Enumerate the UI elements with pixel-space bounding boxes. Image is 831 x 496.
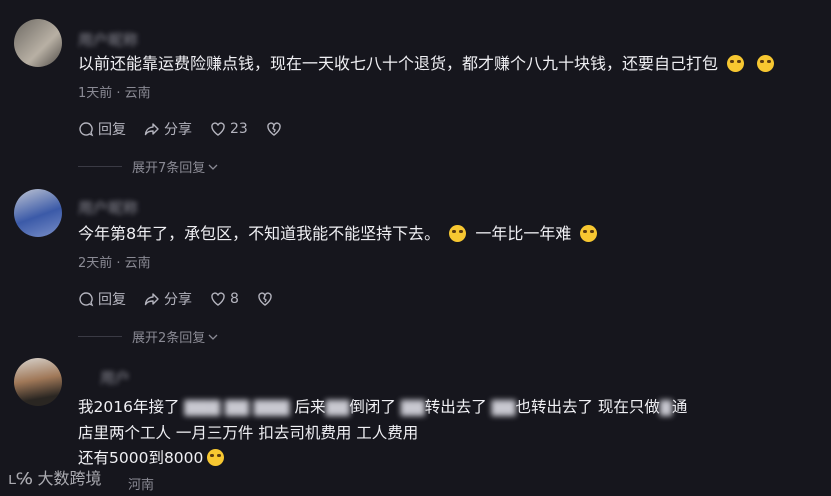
dislike-button[interactable]: [257, 291, 277, 307]
comment-actions: 回复 分享 8: [78, 289, 295, 309]
share-label: 分享: [164, 122, 192, 138]
username[interactable]: 用户: [100, 367, 130, 388]
like-count: 23: [230, 121, 248, 137]
heart-icon: [211, 122, 225, 136]
dislike-button[interactable]: [266, 121, 286, 137]
text-segment: 后来: [294, 398, 326, 416]
expand-replies-button[interactable]: 展开7条回复: [78, 157, 219, 176]
laughing-emoji-icon: [207, 449, 225, 466]
reply-button[interactable]: 回复: [78, 289, 126, 309]
chevron-down-icon: [208, 164, 218, 170]
reply-icon: [79, 122, 94, 137]
broken-heart-icon: [267, 122, 281, 136]
redacted-text: ▇▇▇ ▇▇ ▇▇▇: [184, 398, 290, 416]
comment-actions: 回复 分享 23: [78, 119, 304, 139]
expand-replies-label: 展开2条回复: [132, 331, 206, 346]
comment-text-part1: 今年第8年了，承包区，不知道我能不能坚持下去。: [78, 224, 441, 243]
expand-replies-label: 展开7条回复: [132, 161, 206, 176]
divider: [78, 336, 122, 337]
reply-icon: [79, 292, 94, 307]
avatar[interactable]: [14, 189, 62, 237]
comment-text: 今年第8年了，承包区，不知道我能不能坚持下去。 一年比一年难: [78, 222, 601, 246]
share-icon: [144, 293, 159, 306]
comment-text-line2: 店里两个工人 一月三万件 扣去司机费用 工人费用: [78, 424, 419, 442]
like-count: 8: [230, 291, 239, 307]
avatar[interactable]: [14, 19, 62, 67]
reply-button[interactable]: 回复: [78, 119, 126, 139]
watermark-logo: ʟ℅ 大数跨境: [8, 465, 102, 489]
share-label: 分享: [164, 292, 192, 308]
chevron-down-icon: [208, 334, 218, 340]
like-button[interactable]: 8: [210, 291, 239, 307]
share-icon: [144, 123, 159, 136]
avatar[interactable]: [14, 358, 62, 406]
broken-heart-icon: [258, 292, 272, 306]
username[interactable]: 用户昵称: [78, 29, 138, 50]
watermark-text: 大数跨境: [37, 469, 102, 488]
grimace-emoji-icon: [727, 55, 745, 72]
text-segment: 也转出去了 现在只做: [515, 398, 660, 416]
like-button[interactable]: 23: [210, 121, 248, 137]
redacted-text: ▇▇: [325, 398, 350, 416]
username[interactable]: 用户昵称: [78, 197, 138, 218]
reply-label: 回复: [98, 122, 126, 138]
text-segment: 倒闭了: [349, 398, 396, 416]
time-location: 1天前 · 云南: [78, 86, 151, 101]
comment-text: 我2016年接了 ▇▇▇ ▇▇ ▇▇▇ 后来▇▇倒闭了 ▇▇转出去了 ▇▇也转出…: [78, 395, 687, 419]
time-location: 河南: [128, 478, 155, 493]
heart-icon: [211, 292, 225, 306]
watermark-icon: ʟ℅: [8, 469, 33, 488]
expand-replies-button[interactable]: 展开2条回复: [78, 327, 219, 346]
reply-label: 回复: [98, 292, 126, 308]
redacted-text: ▇▇: [491, 398, 516, 416]
redacted-text: ▇: [659, 398, 672, 416]
share-button[interactable]: 分享: [144, 289, 192, 309]
comment-text-content: 以前还能靠运费险赚点钱，现在一天收七八十个退货，都才赚个八九十块钱，还要自己打包: [78, 54, 719, 73]
comment-text-part2: 一年比一年难: [475, 224, 572, 243]
grimace-emoji-icon: [757, 55, 775, 72]
time-location: 2天前 · 云南: [78, 256, 151, 271]
share-button[interactable]: 分享: [144, 119, 192, 139]
comment-text: 以前还能靠运费险赚点钱，现在一天收七八十个退货，都才赚个八九十块钱，还要自己打包: [78, 52, 778, 76]
text-segment: 我2016年接了: [78, 398, 180, 416]
redacted-text: ▇▇: [400, 398, 425, 416]
laughing-emoji-icon: [449, 225, 467, 242]
divider: [78, 166, 122, 167]
laughing-emoji-icon: [580, 225, 598, 242]
text-segment: 通: [671, 398, 688, 416]
text-segment: 转出去了: [424, 398, 487, 416]
